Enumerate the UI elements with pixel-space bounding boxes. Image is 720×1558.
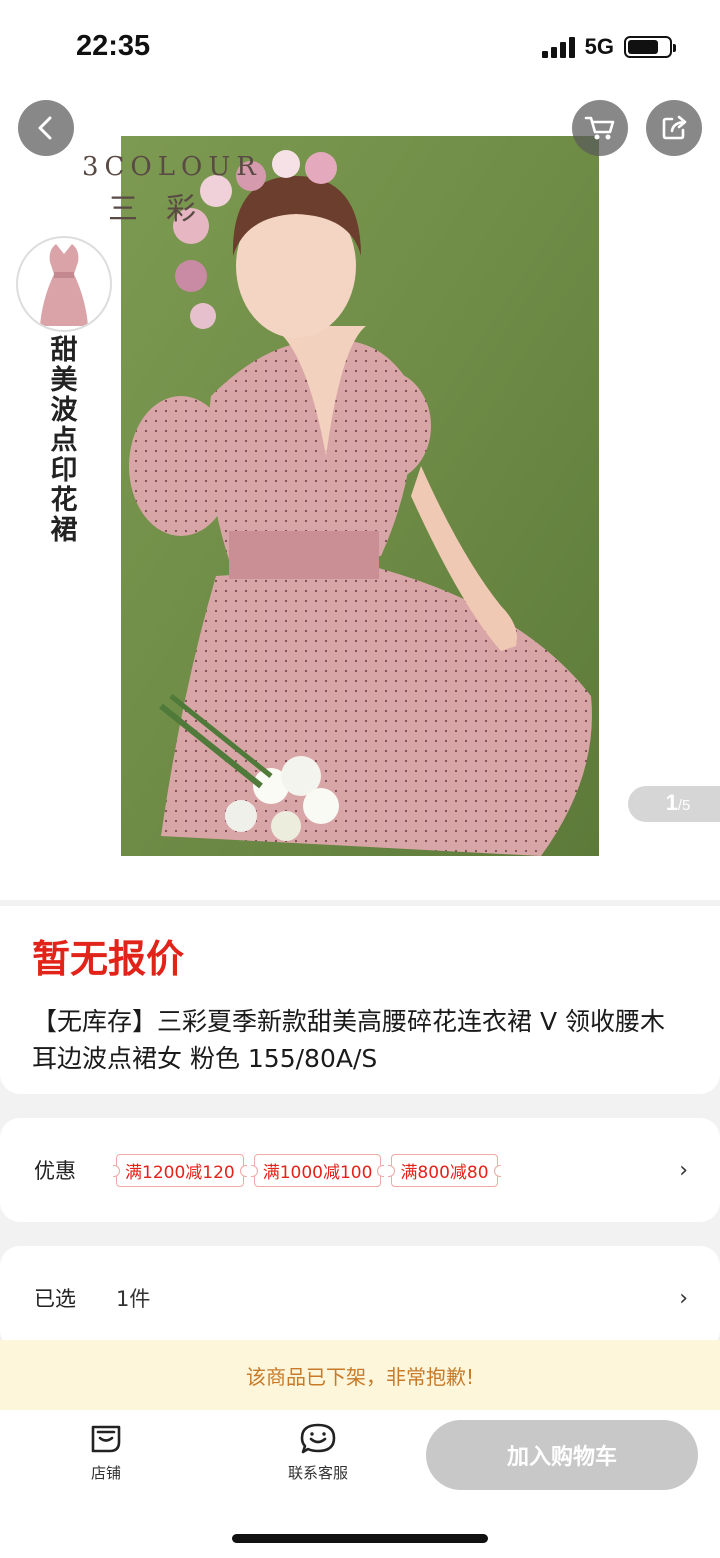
page-indicator: 1 /5 (628, 786, 720, 822)
brand-name-cn: 三彩 (108, 192, 224, 227)
thumbnail-label-char: 点 (50, 425, 78, 456)
battery-icon (624, 36, 676, 58)
coupon-tag[interactable]: 满1000减100 (250, 1153, 385, 1187)
chevron-right-icon: › (679, 1286, 688, 1311)
home-indicator[interactable] (232, 1534, 488, 1543)
shop-label: 店铺 (90, 1464, 121, 1482)
cart-icon (584, 116, 615, 140)
selected-row[interactable]: 已选 1件 › (0, 1246, 720, 1350)
back-button[interactable] (18, 100, 74, 156)
product-info: 暂无报价 【无库存】三彩夏季新款甜美高腰碎花连衣裙 V 领收腰木耳边波点裙女 粉… (0, 906, 720, 1094)
promo-label: 优惠 (34, 1159, 76, 1183)
signal-icon (541, 36, 575, 58)
bottom-action-bar: 店铺 联系客服 加入购物车 (0, 1410, 720, 1558)
share-icon (662, 115, 687, 140)
thumbnail-label-char: 甜 (50, 335, 78, 366)
selected-label: 已选 (34, 1287, 76, 1311)
network-type: 5G (584, 34, 614, 59)
add-to-cart-button[interactable]: 加入购物车 (426, 1420, 698, 1490)
page-current: 1 (665, 790, 678, 815)
thumbnail-image (16, 236, 112, 332)
product-title: 【无库存】三彩夏季新款甜美高腰碎花连衣裙 V 领收腰木耳边波点裙女 粉色 155… (32, 1007, 665, 1073)
promo-row[interactable]: 优惠 满1200减120 满1000减100 满800减80 › (0, 1118, 720, 1222)
thumbnail-label-char: 裙 (50, 515, 78, 546)
customer-service-button[interactable]: 联系客服 (258, 1422, 378, 1483)
page-total: /5 (677, 797, 691, 814)
price-text: 暂无报价 (32, 937, 185, 981)
cart-button[interactable] (572, 100, 628, 156)
shop-button[interactable]: 店铺 (46, 1422, 166, 1483)
thumbnail-dress[interactable]: 甜美波点印花裙 (16, 236, 112, 546)
thumbnail-label-char: 花 (50, 485, 78, 516)
status-time: 22:35 (76, 30, 151, 62)
shop-icon (91, 1425, 121, 1453)
share-button[interactable] (646, 100, 702, 156)
back-icon (38, 116, 52, 140)
thumbnail-label-char: 印 (50, 455, 78, 486)
selected-value: 1件 (116, 1287, 151, 1311)
coupon-list: 满1200减120 满1000减100 满800减80 (113, 1153, 686, 1187)
coupon-tag[interactable]: 满1200减120 (113, 1153, 247, 1187)
brand-logo: 3COLOUR 三彩 (82, 152, 262, 228)
customer-service-icon (300, 1423, 336, 1454)
thumbnail-label-char: 波 (50, 395, 78, 426)
status-bar: 22:35 5G (0, 0, 720, 96)
product-image[interactable] (121, 136, 599, 856)
brand-name-en: 3COLOUR (82, 152, 262, 182)
status-indicators: 5G (541, 34, 676, 60)
delisted-notice: 该商品已下架，非常抱歉! (0, 1340, 720, 1410)
coupon-tag[interactable]: 满800减80 (388, 1153, 501, 1187)
customer-service-label: 联系客服 (287, 1464, 348, 1482)
thumbnail-label-char: 美 (50, 365, 78, 396)
thumbnail-label: 甜美波点印花裙 (16, 336, 112, 546)
chevron-right-icon: › (679, 1158, 688, 1183)
product-gallery[interactable]: 3COLOUR 三彩 甜美波点印花裙 1 /5 (0, 96, 720, 900)
